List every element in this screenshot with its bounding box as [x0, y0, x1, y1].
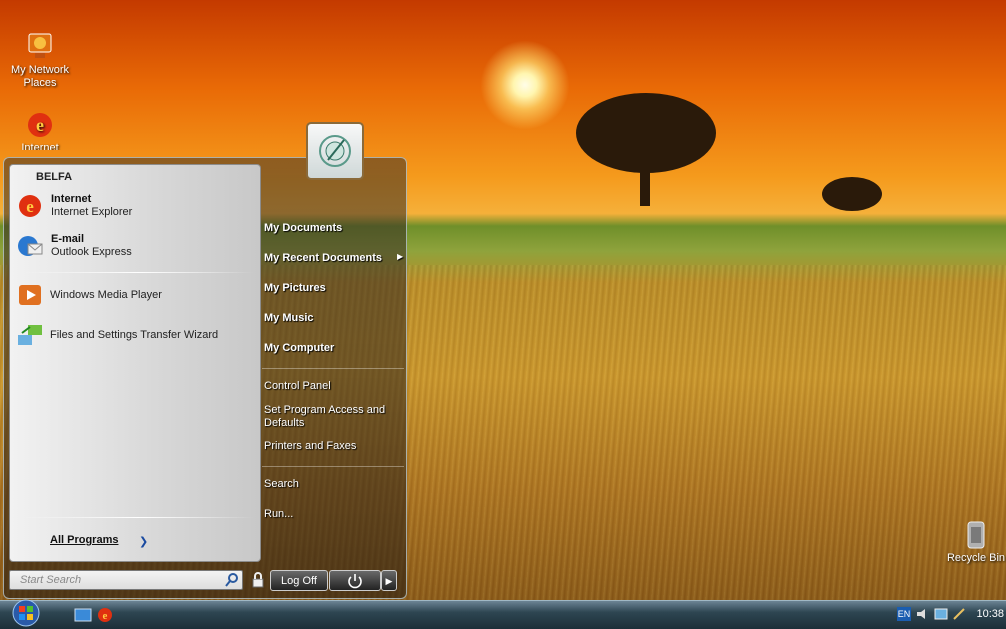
set-program-access-link[interactable]: Set Program Access and Defaults: [264, 404, 389, 430]
network-places-icon: [28, 33, 52, 58]
pinned-title: Internet: [51, 193, 92, 205]
wallpaper-bush: [822, 177, 882, 211]
pinned-internet[interactable]: e Internet Internet Explorer: [12, 190, 252, 224]
volume-icon[interactable]: [916, 607, 930, 621]
svg-text:e: e: [103, 610, 108, 622]
desktop-icon-label: Recycle Bin: [946, 552, 1006, 564]
run-link[interactable]: Run...: [264, 508, 293, 520]
taskbar: [0, 600, 1006, 629]
my-pictures-link[interactable]: My Pictures: [264, 282, 326, 294]
my-music-link[interactable]: My Music: [264, 312, 314, 324]
svg-text:e: e: [36, 115, 44, 135]
outlook-express-icon: [18, 236, 43, 256]
desktop-icon-label: My Network Places: [10, 64, 70, 89]
control-panel-link[interactable]: Control Panel: [264, 380, 331, 392]
user-picture-icon: [319, 135, 351, 167]
internet-explorer-icon[interactable]: e: [96, 606, 114, 624]
divider: [22, 517, 254, 518]
divider: [262, 368, 404, 369]
tray-tool-icon[interactable]: [952, 607, 968, 621]
my-recent-documents-link[interactable]: My Recent Documents: [264, 252, 382, 264]
chevron-right-icon: ❯: [139, 536, 149, 548]
internet-explorer-icon: e: [19, 195, 41, 217]
power-icon: [348, 574, 362, 589]
wallpaper-tree: [576, 93, 716, 206]
user-name: BELFA: [36, 171, 73, 183]
search-icon[interactable]: [224, 572, 240, 588]
submenu-arrow-icon: ▶: [397, 252, 404, 261]
media-player-icon: [19, 285, 41, 305]
all-programs-button[interactable]: All Programs: [50, 534, 118, 546]
search-link[interactable]: Search: [264, 478, 299, 490]
desktop-icon-network-places[interactable]: My Network Places: [2, 28, 78, 90]
recent-transfer-wizard[interactable]: Files and Settings Transfer Wizard: [12, 319, 252, 353]
lock-icon[interactable]: [248, 570, 268, 590]
power-button[interactable]: [329, 570, 381, 591]
pinned-subtitle: Outlook Express: [51, 246, 132, 258]
recent-label: Windows Media Player: [50, 289, 162, 301]
start-search-input[interactable]: Start Search: [9, 570, 243, 590]
my-documents-link[interactable]: My Documents: [264, 222, 342, 234]
svg-text:e: e: [26, 197, 34, 216]
transfer-wizard-icon: [18, 325, 42, 345]
recent-label: Files and Settings Transfer Wizard: [50, 329, 219, 341]
divider: [22, 272, 254, 273]
desktop-icon-internet[interactable]: e Internet: [2, 110, 78, 150]
show-desktop-icon[interactable]: [74, 607, 92, 623]
wallpaper-sun: [480, 40, 570, 130]
language-indicator[interactable]: EN: [897, 607, 911, 621]
search-placeholder: Start Search: [20, 574, 82, 586]
desktop-icon-recycle-bin[interactable]: Recycle Bin: [938, 518, 1006, 565]
power-options-arrow-icon[interactable]: ▶: [381, 570, 397, 591]
divider: [262, 466, 404, 467]
desktop-icon-label: Internet: [21, 142, 59, 150]
start-button[interactable]: [7, 598, 45, 628]
clock[interactable]: 10:38: [976, 608, 1004, 620]
my-computer-link[interactable]: My Computer: [264, 342, 334, 354]
pinned-title: E-mail: [51, 233, 85, 245]
internet-explorer-icon: e: [28, 113, 52, 137]
log-off-button[interactable]: Log Off: [270, 570, 328, 591]
pinned-email[interactable]: E-mail Outlook Express: [12, 230, 252, 264]
printers-faxes-link[interactable]: Printers and Faxes: [264, 440, 356, 452]
network-icon[interactable]: [934, 607, 948, 621]
recent-media-player[interactable]: Windows Media Player: [12, 279, 252, 313]
user-picture[interactable]: [306, 122, 364, 180]
recycle-bin-icon: [967, 521, 985, 549]
pinned-subtitle: Internet Explorer: [51, 206, 133, 218]
